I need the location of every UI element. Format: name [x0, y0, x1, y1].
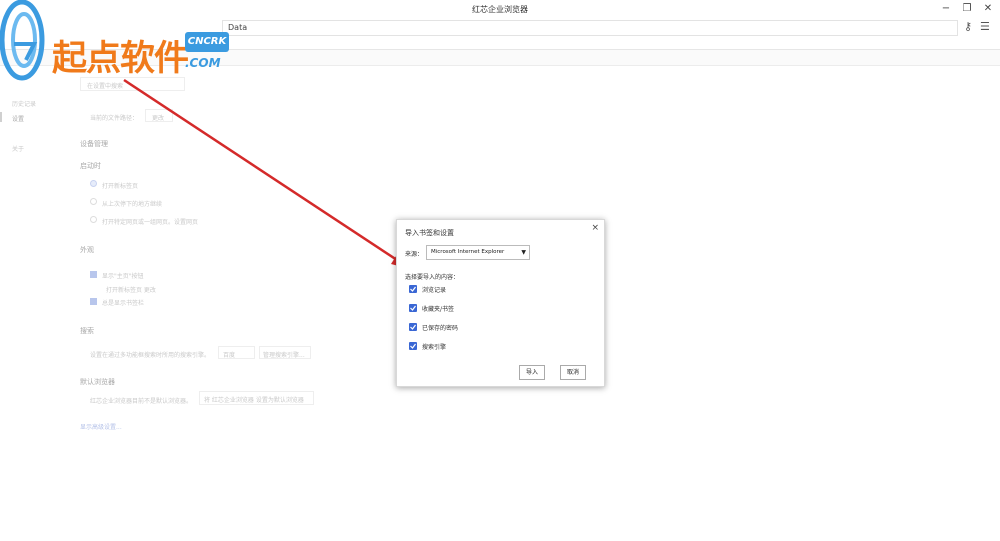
dialog-close-button[interactable]: ×: [591, 223, 599, 233]
checkbox-checked-icon[interactable]: [409, 323, 417, 331]
import-option-label: 浏览记录: [422, 287, 447, 294]
cancel-button[interactable]: 取消: [560, 365, 586, 380]
import-dialog: 导入书签和设置 × 来源： Microsoft Internet Explore…: [396, 219, 605, 387]
import-option-label: 搜索引擎: [422, 344, 447, 351]
source-select-value: Microsoft Internet Explorer: [431, 249, 505, 255]
source-label: 来源：: [405, 251, 424, 258]
import-option-label: 收藏夹/书签: [422, 306, 455, 313]
import-option-label: 已保存的密码: [422, 325, 459, 332]
source-select[interactable]: Microsoft Internet Explorer ▼: [426, 245, 530, 260]
checkbox-checked-icon[interactable]: [409, 342, 417, 350]
choose-content-label: 选择要导入的内容：: [405, 274, 460, 281]
checkbox-checked-icon[interactable]: [409, 285, 417, 293]
checkbox-checked-icon[interactable]: [409, 304, 417, 312]
import-button[interactable]: 导入: [519, 365, 545, 380]
dialog-title: 导入书签和设置: [405, 229, 454, 237]
arrow-shaft: [123, 78, 401, 264]
chevron-down-icon: ▼: [521, 249, 526, 256]
